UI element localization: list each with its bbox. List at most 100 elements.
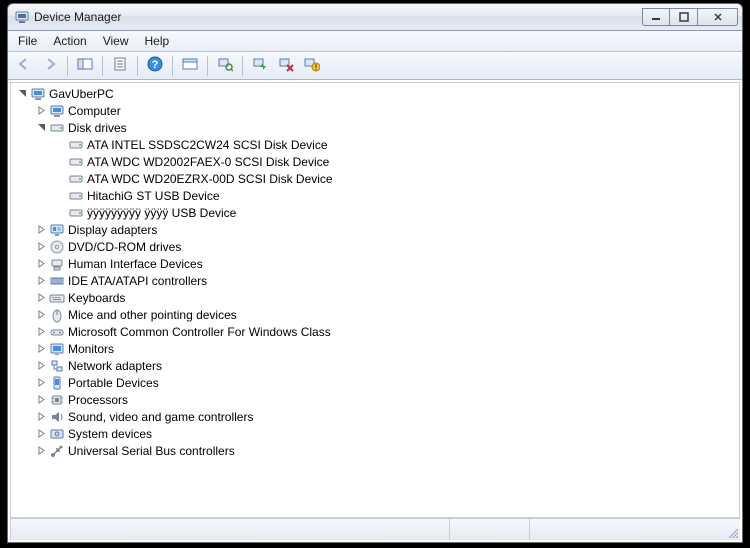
menu-file[interactable]: File (10, 31, 45, 51)
disk-icon (68, 171, 84, 187)
app-icon (14, 9, 30, 25)
expand-icon[interactable] (34, 104, 48, 118)
props-icon (113, 57, 127, 74)
update-driver-button[interactable] (248, 55, 272, 77)
disk-icon (49, 120, 65, 136)
panel-icon (77, 57, 93, 74)
action-button[interactable] (178, 55, 202, 77)
disable-icon (304, 56, 320, 75)
expand-icon[interactable] (34, 257, 48, 271)
forward-button[interactable] (38, 55, 62, 77)
sound-icon (49, 409, 65, 425)
tree-node[interactable]: ATA WDC WD20EZRX-00D SCSI Disk Device (11, 170, 739, 187)
tree-node[interactable]: Sound, video and game controllers (11, 408, 739, 425)
toolbar-separator (172, 56, 173, 76)
expand-icon[interactable] (34, 427, 48, 441)
tree-node[interactable]: ATA WDC WD2002FAEX-0 SCSI Disk Device (11, 153, 739, 170)
expand-icon[interactable] (34, 376, 48, 390)
tree-node-label: Computer (68, 104, 121, 118)
tree-node-label: Network adapters (68, 359, 162, 373)
tree-node[interactable]: HitachiG ST USB Device (11, 187, 739, 204)
expand-icon[interactable] (34, 410, 48, 424)
tree-node[interactable]: Processors (11, 391, 739, 408)
expand-icon[interactable] (34, 393, 48, 407)
expander-spacer (53, 206, 67, 220)
disk-icon (68, 137, 84, 153)
toolbar-separator (137, 56, 138, 76)
tree-node[interactable]: Portable Devices (11, 374, 739, 391)
tree-node[interactable]: Network adapters (11, 357, 739, 374)
minimize-button[interactable] (642, 8, 670, 26)
scan-icon (217, 56, 233, 75)
tree-node[interactable]: Monitors (11, 340, 739, 357)
resize-grip-icon[interactable] (726, 526, 738, 538)
expand-icon[interactable] (34, 444, 48, 458)
uninstall-button[interactable] (274, 55, 298, 77)
collapse-icon[interactable] (15, 87, 29, 101)
close-button[interactable] (698, 8, 738, 26)
status-cell (10, 519, 450, 540)
minimize-icon (651, 12, 661, 22)
monitor-icon (49, 341, 65, 357)
disk-icon (68, 154, 84, 170)
expand-icon[interactable] (34, 325, 48, 339)
expander-spacer (53, 189, 67, 203)
device-tree[interactable]: GavUberPC ComputerDisk drivesATA INTEL SS… (10, 82, 740, 518)
titlebar[interactable]: Device Manager (8, 4, 742, 31)
expand-icon[interactable] (34, 291, 48, 305)
tree-node-label: ÿÿÿÿÿÿÿÿÿ ÿÿÿÿ USB Device (87, 206, 236, 220)
tree-node[interactable]: Microsoft Common Controller For Windows … (11, 323, 739, 340)
disable-button[interactable] (300, 55, 324, 77)
maximize-button[interactable] (670, 8, 698, 26)
tree-node[interactable]: Human Interface Devices (11, 255, 739, 272)
expand-icon[interactable] (34, 359, 48, 373)
expand-icon[interactable] (34, 240, 48, 254)
expand-icon[interactable] (34, 308, 48, 322)
tree-node[interactable]: DVD/CD-ROM drives (11, 238, 739, 255)
help-button[interactable]: ? (143, 55, 167, 77)
display-icon (49, 222, 65, 238)
help-icon: ? (147, 56, 163, 75)
expand-icon[interactable] (34, 223, 48, 237)
tree-node-label: ATA WDC WD20EZRX-00D SCSI Disk Device (87, 172, 333, 186)
expander-spacer (53, 138, 67, 152)
tree-node-label: IDE ATA/ATAPI controllers (68, 274, 207, 288)
menu-help[interactable]: Help (137, 31, 178, 51)
svg-text:?: ? (152, 59, 159, 71)
tree-node-label: Mice and other pointing devices (68, 308, 237, 322)
collapse-icon[interactable] (34, 121, 48, 135)
arrow-right-icon (43, 57, 57, 74)
expand-icon[interactable] (34, 274, 48, 288)
tree-node-label: Processors (68, 393, 128, 407)
tree-node[interactable]: IDE ATA/ATAPI controllers (11, 272, 739, 289)
tree-node[interactable]: Universal Serial Bus controllers (11, 442, 739, 459)
tree-node[interactable]: Computer (11, 102, 739, 119)
show-hide-tree-button[interactable] (73, 55, 97, 77)
tree-node[interactable]: Mice and other pointing devices (11, 306, 739, 323)
menubar: File Action View Help (8, 31, 742, 52)
properties-button[interactable] (108, 55, 132, 77)
menu-action[interactable]: Action (45, 31, 94, 51)
tree-node-label: Microsoft Common Controller For Windows … (68, 325, 331, 339)
panel2-icon (182, 57, 198, 74)
uninstall-icon (278, 56, 294, 75)
tree-node[interactable]: Keyboards (11, 289, 739, 306)
expander-spacer (53, 172, 67, 186)
portable-icon (49, 375, 65, 391)
scan-hardware-button[interactable] (213, 55, 237, 77)
expand-icon[interactable] (34, 342, 48, 356)
tree-node[interactable]: ÿÿÿÿÿÿÿÿÿ ÿÿÿÿ USB Device (11, 204, 739, 221)
menu-view[interactable]: View (95, 31, 137, 51)
tree-node-label: System devices (68, 427, 152, 441)
tree-node-label: HitachiG ST USB Device (87, 189, 220, 203)
statusbar (10, 518, 740, 540)
tree-node-label: Sound, video and game controllers (68, 410, 253, 424)
ide-icon (49, 273, 65, 289)
tree-node[interactable]: System devices (11, 425, 739, 442)
tree-node[interactable]: ATA INTEL SSDSC2CW24 SCSI Disk Device (11, 136, 739, 153)
system-icon (49, 426, 65, 442)
back-button[interactable] (12, 55, 36, 77)
tree-node[interactable]: Disk drives (11, 119, 739, 136)
tree-node[interactable]: Display adapters (11, 221, 739, 238)
tree-node[interactable]: GavUberPC (11, 85, 739, 102)
